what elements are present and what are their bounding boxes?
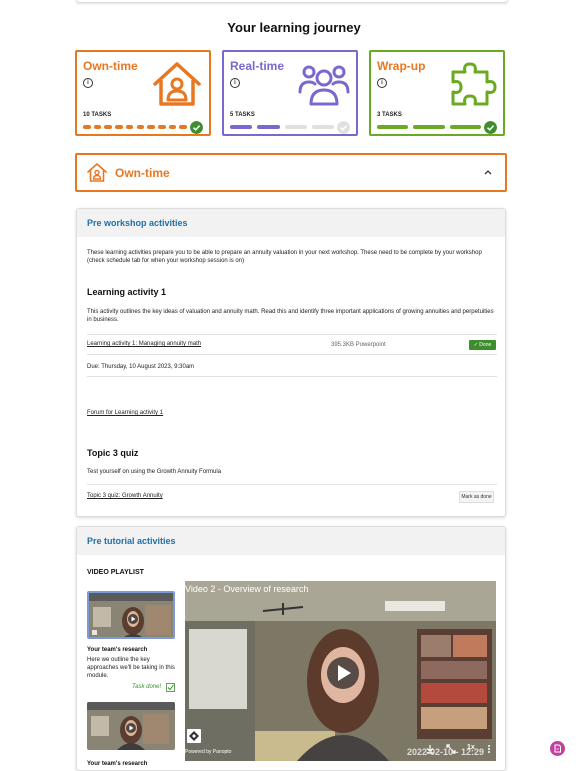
house-person-icon <box>153 62 201 106</box>
previous-card-edge <box>76 0 508 3</box>
journey-card-title: Own-time <box>83 59 138 73</box>
playlist-thumbnail[interactable] <box>87 591 175 639</box>
progress-bar <box>377 121 497 135</box>
mark-as-done-button[interactable]: Mark as done <box>459 491 494 503</box>
activity-title: Learning activity 1 <box>87 287 167 297</box>
info-icon[interactable]: i <box>377 78 387 88</box>
video-frame-image <box>185 581 496 761</box>
divider <box>87 376 497 377</box>
section-intro: These learning activities prepare you to… <box>87 250 482 264</box>
file-info: 395.3KB Powerpoint <box>331 342 386 348</box>
playlist-thumbnail[interactable] <box>87 702 175 750</box>
progress-segment <box>284 125 307 129</box>
powered-by-label: Powered by Panopto <box>185 749 232 755</box>
divider <box>87 334 497 335</box>
progress-segment <box>147 125 155 129</box>
group-people-icon <box>298 65 350 106</box>
activity-description: This activity outlines the key ideas of … <box>87 309 494 323</box>
playlist-label: VIDEO PLAYLIST <box>87 569 144 576</box>
divider <box>87 354 497 355</box>
complete-check-icon <box>190 121 203 134</box>
task-count: 10 TASKS <box>83 112 112 118</box>
quiz-title: Topic 3 quiz <box>87 448 139 458</box>
journey-card-title: Real-time <box>230 59 285 73</box>
task-done-check-icon <box>166 683 175 692</box>
journey-card-wrap-up[interactable]: Wrap-up i 3 TASKS <box>369 50 505 136</box>
journey-card-title: Wrap-up <box>377 59 426 73</box>
forum-link[interactable]: Forum for Learning activity 1 <box>87 410 163 416</box>
panopto-logo-icon <box>187 729 201 743</box>
puzzle-piece-icon <box>451 62 497 106</box>
progress-segment <box>311 125 334 129</box>
section-heading: Pre tutorial activities <box>77 527 505 555</box>
journey-card-own-time[interactable]: Own-time i 10 TASKS <box>75 50 211 136</box>
task-count: 5 TASKS <box>230 112 255 118</box>
divider <box>87 484 497 485</box>
quiz-link[interactable]: Topic 3 quiz: Growth Annuity <box>87 493 163 499</box>
progress-segment <box>136 125 145 129</box>
playlist-item-title[interactable]: Your team's research <box>87 647 147 653</box>
video-thumbnail-image <box>87 702 175 750</box>
own-time-accordion-header[interactable]: Own-time <box>75 153 507 192</box>
playback-speed[interactable]: 1x <box>467 744 475 751</box>
progress-segment <box>449 125 481 129</box>
info-icon[interactable]: i <box>230 78 240 88</box>
progress-segment <box>115 125 123 129</box>
info-icon[interactable]: i <box>83 78 93 88</box>
progress-segment <box>413 125 445 129</box>
more-options-icon[interactable] <box>484 744 494 754</box>
video-player[interactable]: Video 2 - Overview of research Powered b… <box>185 581 496 761</box>
progress-segment <box>104 125 113 129</box>
playlist-item-description: Here we outline the key approaches we'll… <box>87 657 175 679</box>
house-person-icon <box>87 163 107 182</box>
video-thumbnail-image <box>89 593 173 637</box>
pre-tutorial-section: Pre tutorial activities VIDEO PLAYLIST Y… <box>76 526 506 771</box>
task-done-label: Task done! <box>132 684 162 690</box>
incomplete-check-icon <box>337 121 350 134</box>
activity-link[interactable]: Learning activity 1: Managing annuity ma… <box>87 341 201 347</box>
chevron-up-icon[interactable] <box>483 167 493 177</box>
section-heading: Pre workshop activities <box>77 209 505 237</box>
progress-segment <box>377 125 409 129</box>
due-date: Due: Thursday, 10 August 2023, 9:30am <box>87 364 195 370</box>
progress-segment <box>93 125 102 129</box>
quiz-description: Test yourself on using the Growth Annuit… <box>87 469 222 475</box>
playlist-item-title[interactable]: Your team's research <box>87 761 147 767</box>
done-button[interactable]: ✓ Done <box>469 340 496 350</box>
progress-segment <box>179 125 187 129</box>
progress-segment <box>157 125 166 129</box>
complete-check-icon <box>484 121 497 134</box>
accessibility-fab-button[interactable] <box>550 741 565 756</box>
expand-icon[interactable] <box>446 744 456 754</box>
accordion-title: Own-time <box>115 166 170 180</box>
progress-segment <box>257 125 280 129</box>
progress-bar <box>230 121 350 135</box>
download-icon[interactable] <box>425 744 435 754</box>
progress-segment <box>125 125 134 129</box>
document-icon <box>554 744 561 753</box>
progress-segment <box>230 125 253 129</box>
journey-card-real-time[interactable]: Real-time i 5 TASKS <box>222 50 358 136</box>
progress-segment <box>83 125 91 129</box>
progress-segment <box>168 125 177 129</box>
progress-bar <box>83 121 203 135</box>
video-title: Video 2 - Overview of research <box>185 584 309 594</box>
pre-workshop-section: Pre workshop activities These learning a… <box>76 208 506 517</box>
task-count: 3 TASKS <box>377 112 402 118</box>
page-title: Your learning journey <box>227 20 361 35</box>
